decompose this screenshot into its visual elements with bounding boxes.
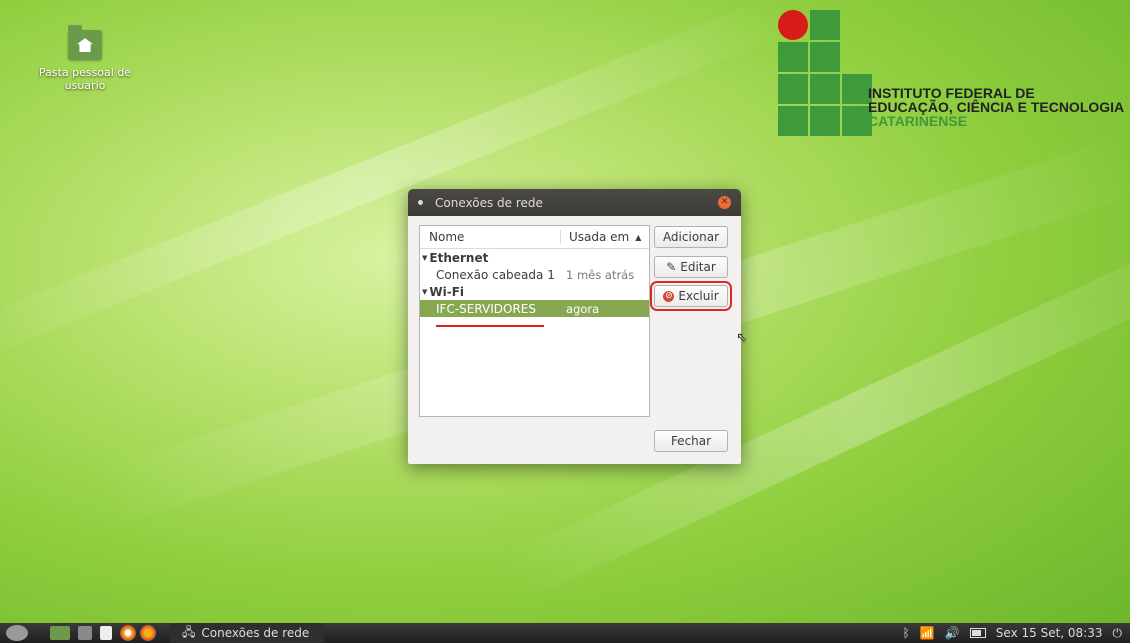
delete-icon: ⊘	[663, 290, 675, 302]
menu-icon[interactable]	[6, 625, 28, 641]
connection-used: 1 mês atrás	[566, 267, 635, 282]
show-desktop-icon[interactable]	[50, 626, 70, 640]
taskbar-window-label: Conexões de rede	[201, 626, 310, 640]
dialog-titlebar[interactable]: Conexões de rede ✕	[408, 189, 741, 216]
system-tray: ᛒ 📶 🔊 Sex 15 Set, 08:33 ⏻	[903, 626, 1130, 641]
logo-line-1: INSTITUTO FEDERAL DE	[868, 85, 1035, 101]
connection-name: Conexão cabeada 1	[436, 267, 555, 282]
close-icon[interactable]: ✕	[718, 196, 731, 209]
close-button-label: Fechar	[670, 434, 712, 448]
wifi-icon[interactable]: 📶	[920, 626, 935, 640]
group-label: Wi-Fi	[429, 284, 465, 299]
add-button[interactable]: Adicionar	[654, 226, 728, 248]
connection-row-selected[interactable]: IFC-SERVIDORES agora	[420, 300, 649, 317]
home-folder-icon	[68, 25, 102, 60]
trash-icon[interactable]	[78, 626, 92, 640]
edit-button[interactable]: ✎ Editar	[654, 256, 728, 278]
taskbar: 🖧 Conexões de rede ᛒ 📶 🔊 Sex 15 Set, 08:…	[0, 623, 1130, 643]
connection-name: IFC-SERVIDORES	[436, 301, 537, 316]
close-button[interactable]: Fechar	[654, 430, 728, 452]
column-used-label: Usada em	[569, 230, 630, 244]
window-menu-icon[interactable]	[418, 200, 423, 205]
volume-icon[interactable]: 🔊	[945, 626, 960, 640]
network-icon: 🖧	[182, 624, 196, 639]
logo-line-2: EDUCAÇÃO, CIÊNCIA E TECNOLOGIA	[868, 99, 1125, 115]
annotation-underline	[436, 325, 544, 327]
taskbar-window-button[interactable]: 🖧 Conexões de rede	[170, 623, 324, 643]
clock[interactable]: Sex 15 Set, 08:33	[996, 626, 1103, 640]
mouse-pointer-icon: ⇖	[736, 330, 748, 346]
column-name[interactable]: Nome	[420, 230, 560, 244]
home-folder-label: Pasta pessoal de usuario	[38, 66, 132, 92]
add-button-label: Adicionar	[662, 230, 720, 244]
firefox-icon[interactable]	[140, 625, 156, 641]
edit-button-label: Editar	[680, 260, 716, 274]
column-used[interactable]: Usada em ▲	[560, 230, 649, 244]
dialog-title: Conexões de rede	[435, 195, 543, 210]
sort-ascending-icon: ▲	[635, 232, 642, 242]
connection-row[interactable]: Conexão cabeada 1 1 mês atrás	[420, 266, 649, 283]
connections-list[interactable]: Nome Usada em ▲ ▼ Ethernet Conexão cabea…	[419, 225, 650, 417]
delete-button[interactable]: ⊘ Excluir	[650, 281, 732, 311]
expander-icon: ▼	[422, 253, 428, 262]
expander-icon: ▼	[422, 287, 428, 296]
institute-logo-text: INSTITUTO FEDERAL DE EDUCAÇÃO, CIÊNCIA E…	[868, 86, 1124, 128]
group-label: Ethernet	[429, 250, 489, 265]
chrome-icon[interactable]	[120, 625, 136, 641]
group-wifi[interactable]: ▼ Wi-Fi	[420, 283, 649, 300]
battery-icon[interactable]	[969, 628, 986, 638]
home-folder-shortcut[interactable]: Pasta pessoal de usuario	[30, 25, 140, 92]
power-icon[interactable]: ⏻	[1113, 626, 1123, 641]
delete-button-label: Excluir	[678, 289, 719, 303]
bluetooth-icon[interactable]: ᛒ	[903, 626, 910, 640]
list-header: Nome Usada em ▲	[420, 226, 649, 249]
logo-line-3: CATARINENSE	[868, 113, 968, 129]
network-connections-dialog: Conexões de rede ✕ Nome Usada em ▲ ▼ Eth…	[408, 189, 741, 464]
connection-used: agora	[566, 301, 600, 316]
pencil-icon: ✎	[666, 260, 677, 274]
group-ethernet[interactable]: ▼ Ethernet	[420, 249, 649, 266]
files-icon[interactable]	[100, 626, 112, 640]
